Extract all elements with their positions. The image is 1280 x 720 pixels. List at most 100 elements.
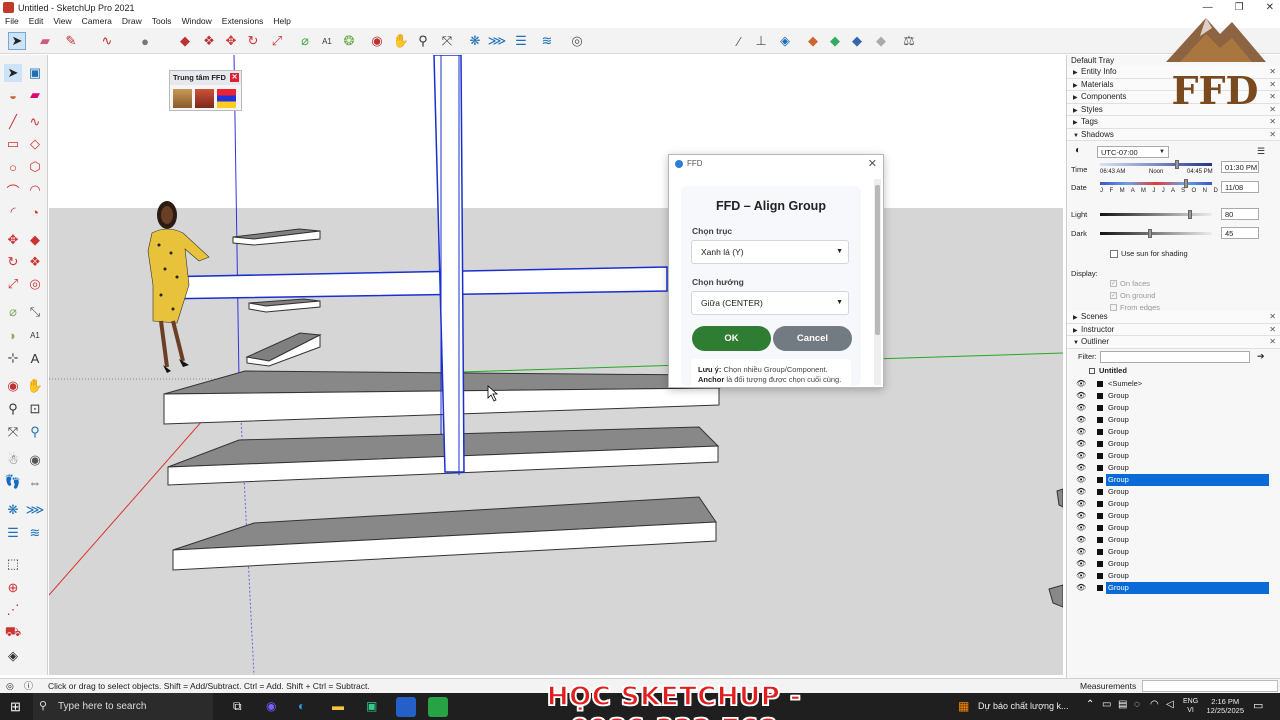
- dimension-icon[interactable]: ⤡: [26, 303, 44, 321]
- light-slider[interactable]: [1100, 213, 1212, 216]
- zoom-icon[interactable]: ⚲: [414, 32, 432, 50]
- paint-icon[interactable]: ❂: [340, 32, 358, 50]
- tray-app-icon[interactable]: ▭: [1102, 699, 1111, 710]
- extension-manager-icon[interactable]: ≋: [538, 32, 556, 50]
- ffd-align-tool-icon[interactable]: [217, 89, 236, 108]
- notification-icon[interactable]: ▭: [1253, 699, 1263, 712]
- date-slider[interactable]: [1100, 182, 1212, 185]
- menu-draw[interactable]: Draw: [117, 15, 147, 28]
- menu-help[interactable]: Help: [268, 15, 295, 28]
- task-view-icon[interactable]: ⧉: [233, 699, 242, 714]
- edge-icon[interactable]: ◐: [298, 699, 305, 713]
- menu-file[interactable]: File: [0, 15, 24, 28]
- visibility-eye-icon[interactable]: 👁: [1076, 414, 1086, 426]
- rotated-rectangle-icon[interactable]: ◇: [26, 135, 44, 153]
- tray-section-tags[interactable]: ▶ Tags ✕: [1067, 116, 1280, 129]
- close-icon[interactable]: ✕: [1269, 91, 1276, 103]
- rectangle-icon[interactable]: ▭: [4, 135, 22, 153]
- position-camera-icon[interactable]: ☃: [4, 451, 22, 469]
- outliner-row[interactable]: 👁 Group: [1067, 510, 1271, 522]
- section-cuts-icon[interactable]: ◈: [776, 32, 794, 50]
- menu-edit[interactable]: Edit: [24, 15, 49, 28]
- close-icon[interactable]: ✕: [1269, 129, 1276, 141]
- extension-manager-icon[interactable]: ≋: [26, 524, 44, 542]
- visibility-eye-icon[interactable]: 👁: [1076, 582, 1086, 594]
- share-model-icon[interactable]: ⋙: [488, 32, 507, 50]
- pie-icon[interactable]: ◔: [26, 203, 44, 221]
- visibility-eye-icon[interactable]: 👁: [1076, 390, 1086, 402]
- dark-slider[interactable]: [1100, 232, 1212, 235]
- light-field[interactable]: 80: [1221, 208, 1259, 220]
- circle-icon[interactable]: ○: [4, 158, 22, 176]
- paint-bucket-icon[interactable]: ◒: [4, 86, 22, 104]
- section-plane-icon[interactable]: ⁄: [730, 32, 748, 50]
- visibility-eye-icon[interactable]: 👁: [1076, 498, 1086, 510]
- date-slider-knob[interactable]: [1184, 179, 1188, 188]
- sketchup-taskbar-icon[interactable]: [396, 697, 416, 717]
- weather-text[interactable]: Dự báo chất lượng k...: [978, 693, 1069, 720]
- select-tool-icon[interactable]: ➤: [8, 32, 26, 50]
- outliner-row[interactable]: 👁 Group: [1067, 534, 1271, 546]
- outliner-row[interactable]: 👁 Group: [1067, 522, 1271, 534]
- visibility-eye-icon[interactable]: 👁: [1076, 438, 1086, 450]
- solid-inspector-icon[interactable]: ⚖: [900, 32, 918, 50]
- close-icon[interactable]: ✕: [1269, 324, 1276, 336]
- intersect-icon[interactable]: ◆: [848, 32, 866, 50]
- outliner-row[interactable]: 👁 Group: [1067, 414, 1271, 426]
- layers-icon[interactable]: ◈: [4, 647, 22, 665]
- tray-section-outliner[interactable]: ▼ Outliner ✕: [1067, 336, 1280, 349]
- orbit-icon[interactable]: ◉: [368, 32, 386, 50]
- menu-camera[interactable]: Camera: [77, 15, 117, 28]
- time-slider[interactable]: [1100, 163, 1212, 166]
- outliner-row[interactable]: 👁 Group: [1067, 558, 1271, 570]
- extension-warehouse-icon[interactable]: ☰: [4, 524, 22, 542]
- walk-icon[interactable]: 👣: [4, 473, 22, 491]
- ffd-toolbar-close-icon[interactable]: ✕: [230, 73, 239, 82]
- outliner-details-icon[interactable]: ➔: [1257, 351, 1265, 362]
- freehand-icon[interactable]: ∿: [26, 113, 44, 131]
- make-component-icon[interactable]: ▣: [26, 64, 44, 82]
- visibility-eye-icon[interactable]: 👁: [1076, 522, 1086, 534]
- pan-icon[interactable]: ✋: [392, 32, 410, 50]
- date-field[interactable]: 11/08: [1221, 181, 1259, 193]
- visibility-eye-icon[interactable]: 👁: [1076, 546, 1086, 558]
- text-tool-icon[interactable]: A1: [318, 32, 336, 50]
- select-icon[interactable]: ➤: [4, 64, 22, 82]
- push-pull-icon[interactable]: ◆: [26, 231, 44, 249]
- timezone-select[interactable]: UTC-07:00 ▼: [1097, 146, 1169, 158]
- outliner-row[interactable]: 👁 Group: [1067, 498, 1271, 510]
- clock[interactable]: 2:16 PM 12/25/2025: [1206, 697, 1244, 715]
- look-around-icon[interactable]: ◉: [26, 451, 44, 469]
- on-ground-checkbox[interactable]: ✓: [1110, 292, 1117, 299]
- ffd-tool-1-icon[interactable]: [173, 89, 192, 108]
- copilot-icon[interactable]: ◉: [266, 699, 276, 713]
- store-icon[interactable]: ▣: [366, 699, 377, 713]
- close-icon[interactable]: ✕: [1269, 116, 1276, 128]
- dark-field[interactable]: 45: [1221, 227, 1259, 239]
- move-icon[interactable]: ✥: [4, 231, 22, 249]
- line-icon[interactable]: ╱: [4, 113, 22, 131]
- section-plane-icon[interactable]: ⇔: [26, 473, 44, 491]
- axis-select[interactable]: Xanh lá (Y) ▼: [691, 240, 849, 264]
- zoom-extents-icon[interactable]: ⤧: [438, 32, 456, 50]
- push-pull-icon[interactable]: ◆: [176, 32, 194, 50]
- car-icon[interactable]: ⛟: [4, 624, 22, 642]
- language-indicator[interactable]: ENG VI: [1183, 697, 1198, 715]
- add-point-icon[interactable]: ⊕: [4, 579, 22, 597]
- solid-tools-icon[interactable]: ◆: [804, 32, 822, 50]
- rotate-tool-icon[interactable]: ↻: [244, 32, 262, 50]
- two-point-arc-icon[interactable]: ◠: [26, 181, 44, 199]
- time-field[interactable]: 01:30 PM: [1221, 161, 1259, 173]
- curve-icon[interactable]: ⋰: [4, 601, 22, 619]
- zoom-icon[interactable]: ⚲: [4, 400, 22, 418]
- visibility-eye-icon[interactable]: 👁: [1076, 474, 1086, 486]
- offset-icon[interactable]: ◎: [26, 275, 44, 293]
- polygon-icon[interactable]: ⬡: [26, 158, 44, 176]
- light-slider-knob[interactable]: [1187, 210, 1192, 219]
- outliner-row[interactable]: 👁 Group: [1067, 581, 1271, 594]
- share-model-icon[interactable]: ⋙: [26, 501, 45, 519]
- three-point-arc-icon[interactable]: ◜: [4, 203, 22, 221]
- dialog-scrollbar[interactable]: [874, 179, 881, 385]
- orbit-icon[interactable]: ◉: [4, 377, 22, 395]
- visibility-eye-icon[interactable]: 👁: [1076, 426, 1086, 438]
